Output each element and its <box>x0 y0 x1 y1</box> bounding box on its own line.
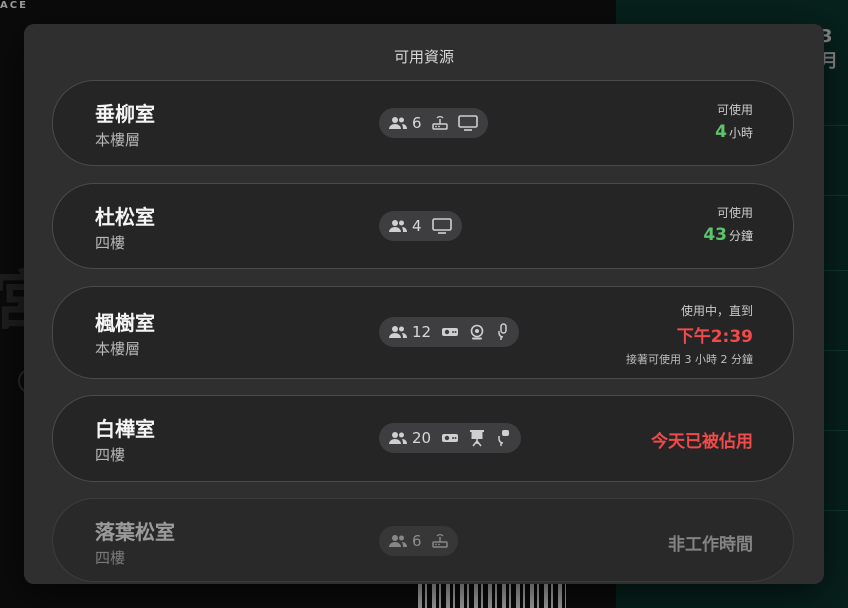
occupied-today-label: 今天已被佔用 <box>651 432 753 452</box>
room-status: 使用中，直到 下午2:39 接著可使用 3 小時 2 分鐘 <box>626 302 753 367</box>
amenities-chip: 6 <box>379 526 458 556</box>
room-card[interactable]: 垂柳室 本樓層 6 可使用 4 小時 <box>52 80 794 166</box>
available-duration: 43 <box>703 225 727 245</box>
room-name: 落葉松室 <box>95 520 175 544</box>
room-status: 今天已被佔用 <box>651 427 753 452</box>
microphone-icon <box>495 323 509 341</box>
background-label: ACE <box>0 0 28 11</box>
modal-title: 可用資源 <box>393 48 454 66</box>
capacity-count: 6 <box>412 532 422 550</box>
room-floor: 四樓 <box>95 446 126 464</box>
resources-modal: 可用資源 垂柳室 本樓層 6 可使用 4 小時 杜松室 四樓 4 可使用 43 … <box>24 24 824 584</box>
room-card[interactable]: 白樺室 四樓 20 今天已被佔用 <box>52 395 794 482</box>
people-icon <box>389 431 407 445</box>
available-duration: 4 <box>715 122 727 142</box>
people-icon <box>389 325 407 339</box>
amenities-chip: 6 <box>379 108 488 138</box>
room-floor: 本樓層 <box>95 131 141 149</box>
room-name: 杜松室 <box>95 205 155 229</box>
room-name: 垂柳室 <box>95 102 155 126</box>
microphone-icon <box>495 429 511 447</box>
people-icon <box>389 534 407 548</box>
room-name: 白樺室 <box>95 417 155 441</box>
capacity-count: 6 <box>412 114 422 132</box>
room-name: 楓樹室 <box>95 311 155 335</box>
amenities-chip: 4 <box>379 211 462 241</box>
background-qr-code <box>418 582 566 608</box>
duration-unit: 分鐘 <box>728 229 753 243</box>
background-month: 3月 <box>820 26 838 72</box>
status-label: 使用中，直到 <box>680 304 753 318</box>
router-icon <box>431 533 448 549</box>
webcam-icon <box>469 324 485 340</box>
people-icon <box>389 116 407 130</box>
room-status: 可使用 43 分鐘 <box>703 204 753 245</box>
status-label: 可使用 <box>716 206 753 220</box>
capacity-count: 4 <box>412 217 422 235</box>
projector-icon <box>441 326 459 338</box>
status-label: 可使用 <box>716 103 753 117</box>
monitor-icon <box>457 115 478 131</box>
room-floor: 四樓 <box>95 549 126 567</box>
presentation-screen-icon <box>469 429 485 447</box>
busy-until-time: 下午2:39 <box>676 327 753 347</box>
amenities-chip: 20 <box>379 423 522 453</box>
duration-unit: 小時 <box>728 126 753 140</box>
amenities-chip: 12 <box>379 317 520 347</box>
room-status: 非工作時間 <box>668 530 753 555</box>
router-icon <box>431 115 448 131</box>
room-card[interactable]: 楓樹室 本樓層 12 使用中，直到 下午2:39 接著可使用 3 小時 2 分鐘 <box>52 286 794 379</box>
non-working-hours-label: 非工作時間 <box>668 535 753 555</box>
people-icon <box>389 219 407 233</box>
capacity-count: 12 <box>412 323 432 341</box>
monitor-icon <box>431 218 452 234</box>
room-card[interactable]: 落葉松室 四樓 6 非工作時間 <box>52 498 794 582</box>
room-floor: 四樓 <box>95 234 126 252</box>
projector-icon <box>441 432 459 444</box>
room-card[interactable]: 杜松室 四樓 4 可使用 43 分鐘 <box>52 183 794 269</box>
next-availability: 接著可使用 3 小時 2 分鐘 <box>626 353 753 366</box>
room-status: 可使用 4 小時 <box>715 101 753 142</box>
capacity-count: 20 <box>412 429 432 447</box>
room-floor: 本樓層 <box>95 340 141 358</box>
